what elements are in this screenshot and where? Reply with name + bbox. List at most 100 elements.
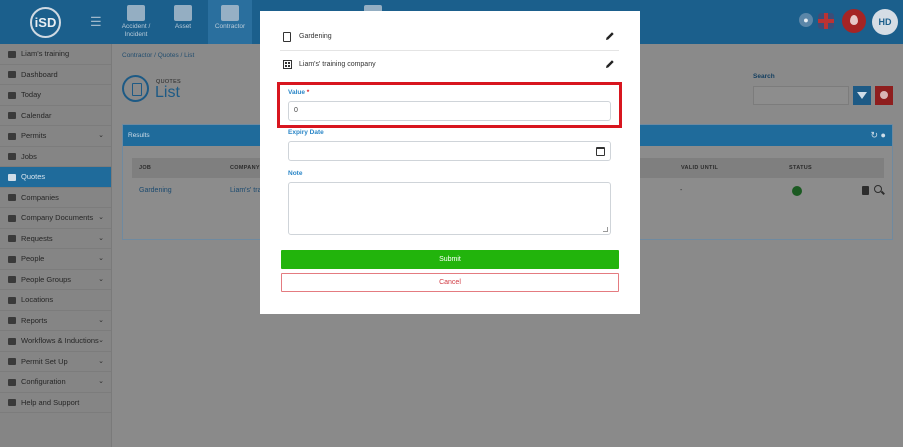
topnav-label: Accident / Incident — [121, 23, 151, 38]
required-marker: * — [306, 89, 310, 96]
topnav-label: Contractor — [214, 23, 246, 30]
sidebar-item-label: Reports — [21, 315, 48, 325]
hierarchy-icon — [8, 50, 16, 58]
value-input[interactable]: 0 — [288, 101, 611, 121]
sidebar-item-label: Dashboard — [21, 69, 58, 79]
sidebar-org-label: Liam's training — [21, 49, 70, 58]
sidebar-item-jobs[interactable]: Jobs — [0, 147, 111, 167]
sidebar-item-locations[interactable]: Locations — [0, 290, 111, 311]
search-input[interactable] — [753, 86, 849, 105]
file-icon — [283, 32, 291, 42]
sidebar-item-workflows-inductions[interactable]: Workflows & Inductions ⌄ — [0, 331, 111, 352]
col-job[interactable]: JOB — [139, 158, 151, 178]
sidebar: Liam's training Dashboard Today Calendar Pe… — [0, 44, 112, 447]
bell-icon[interactable]: ● — [799, 13, 813, 27]
user-avatar[interactable]: HD — [872, 9, 898, 35]
sidebar-item-quotes[interactable]: Quotes — [0, 167, 111, 188]
sidebar-item-people-groups[interactable]: People Groups ⌄ — [0, 270, 111, 290]
topnav-accident-incident[interactable]: Accident / Incident — [114, 0, 158, 44]
cancel-button[interactable]: Cancel — [281, 273, 619, 292]
chevron-down-icon: ⌄ — [98, 357, 104, 365]
col-valid-until[interactable]: VALID UNTIL — [681, 158, 718, 178]
chevron-down-icon: ⌄ — [98, 255, 104, 262]
sidebar-item-label: Company Documents — [21, 213, 94, 222]
sidebar-item-icon — [8, 194, 16, 202]
breadcrumb[interactable]: Contractor / Quotes / List — [122, 52, 194, 59]
chevron-down-icon: ⌄ — [98, 378, 104, 385]
chevron-down-icon: ⌄ — [98, 275, 104, 283]
col-status[interactable]: STATUS — [789, 158, 812, 178]
sidebar-item-icon — [8, 112, 16, 120]
blood-drop-icon[interactable] — [842, 9, 866, 33]
resize-handle-icon[interactable] — [603, 227, 608, 232]
topnav-contractor[interactable]: Contractor — [208, 0, 252, 44]
sidebar-item-label: Quotes — [21, 172, 46, 181]
hard-hat-icon — [221, 5, 239, 21]
value-label: Value * — [288, 89, 309, 96]
sidebar-item-icon — [8, 91, 16, 99]
sidebar-item-dashboard[interactable]: Dashboard — [0, 65, 111, 85]
sidebar-item-companies[interactable]: Companies — [0, 188, 111, 208]
sidebar-item-label: Locations — [21, 295, 54, 304]
sidebar-item-label: Configuration — [21, 377, 66, 386]
sidebar-item-permits[interactable]: Permits ⌄ — [0, 126, 111, 147]
trash-icon[interactable] — [862, 186, 869, 195]
sidebar-item-label: Calendar — [21, 110, 52, 120]
sidebar-item-help-and-support[interactable]: Help and Support — [0, 393, 111, 413]
chevron-down-icon: ⌄ — [98, 214, 104, 221]
col-company[interactable]: COMPANY — [230, 158, 260, 178]
edit-job-pencil-icon[interactable] — [605, 31, 615, 41]
job-name: Gardening — [299, 33, 332, 40]
boxes-icon — [174, 5, 192, 21]
expiry-date-input[interactable] — [288, 141, 611, 161]
calendar-icon[interactable] — [596, 147, 605, 156]
topnav-label: Asset — [174, 23, 192, 30]
sidebar-item-requests[interactable]: Requests ⌄ — [0, 229, 111, 249]
sidebar-item-label: Today — [21, 90, 42, 99]
sidebar-item-icon — [8, 296, 16, 304]
sidebar-item-icon — [8, 337, 16, 345]
sidebar-item-people[interactable]: People ⌄ — [0, 249, 111, 270]
chevron-down-icon: ⌄ — [98, 316, 104, 324]
sidebar-item-icon — [8, 317, 16, 325]
sidebar-item-label: Permits — [21, 131, 47, 140]
filter-button[interactable] — [853, 86, 871, 105]
sidebar-item-icon — [8, 276, 16, 284]
sidebar-item-today[interactable]: Today — [0, 85, 111, 106]
row-valid-until: - — [680, 187, 683, 194]
sidebar-item-icon — [8, 132, 16, 140]
note-textarea[interactable] — [288, 182, 611, 235]
uk-flag-icon[interactable] — [818, 13, 834, 29]
first-aid-icon — [127, 5, 145, 21]
app-logo[interactable]: iSD — [30, 7, 61, 38]
sidebar-item-icon — [8, 399, 16, 407]
sidebar-item-label: Workflows & Inductions — [21, 336, 99, 345]
note-label: Note — [288, 170, 303, 177]
company-row: Liam's' training company — [280, 52, 619, 79]
submit-button[interactable]: Submit — [281, 250, 619, 269]
sidebar-item-icon — [8, 71, 16, 79]
chevron-down-icon: ⌄ — [98, 132, 104, 139]
quote-modal: Gardening Liam's' training company Value… — [260, 11, 640, 314]
row-job-link[interactable]: Gardening — [139, 187, 172, 194]
sidebar-item-permit-set-up[interactable]: Permit Set Up ⌄ — [0, 352, 111, 372]
sidebar-item-calendar[interactable]: Calendar — [0, 106, 111, 126]
sidebar-org-switcher[interactable]: Liam's training — [0, 44, 111, 65]
edit-company-pencil-icon[interactable] — [605, 59, 615, 69]
sidebar-item-icon — [8, 255, 16, 263]
status-check-icon — [792, 186, 802, 196]
search-label: Search — [753, 73, 775, 80]
menu-toggle-icon[interactable]: ☰ — [90, 14, 102, 30]
sidebar-item-label: Companies — [21, 192, 59, 202]
sidebar-item-reports[interactable]: Reports ⌄ — [0, 311, 111, 331]
sidebar-item-company-documents[interactable]: Company Documents ⌄ — [0, 208, 111, 229]
refresh-icon[interactable]: ↻ ● — [871, 125, 886, 146]
clear-filter-button[interactable] — [875, 86, 893, 105]
sidebar-item-icon — [8, 235, 16, 243]
sidebar-item-icon — [8, 358, 16, 366]
sidebar-item-configuration[interactable]: Configuration ⌄ — [0, 372, 111, 393]
magnifier-icon[interactable] — [874, 185, 882, 193]
sidebar-item-label: People Groups — [21, 274, 72, 284]
results-title: Results — [128, 132, 150, 139]
topnav-asset[interactable]: Asset — [161, 0, 205, 44]
